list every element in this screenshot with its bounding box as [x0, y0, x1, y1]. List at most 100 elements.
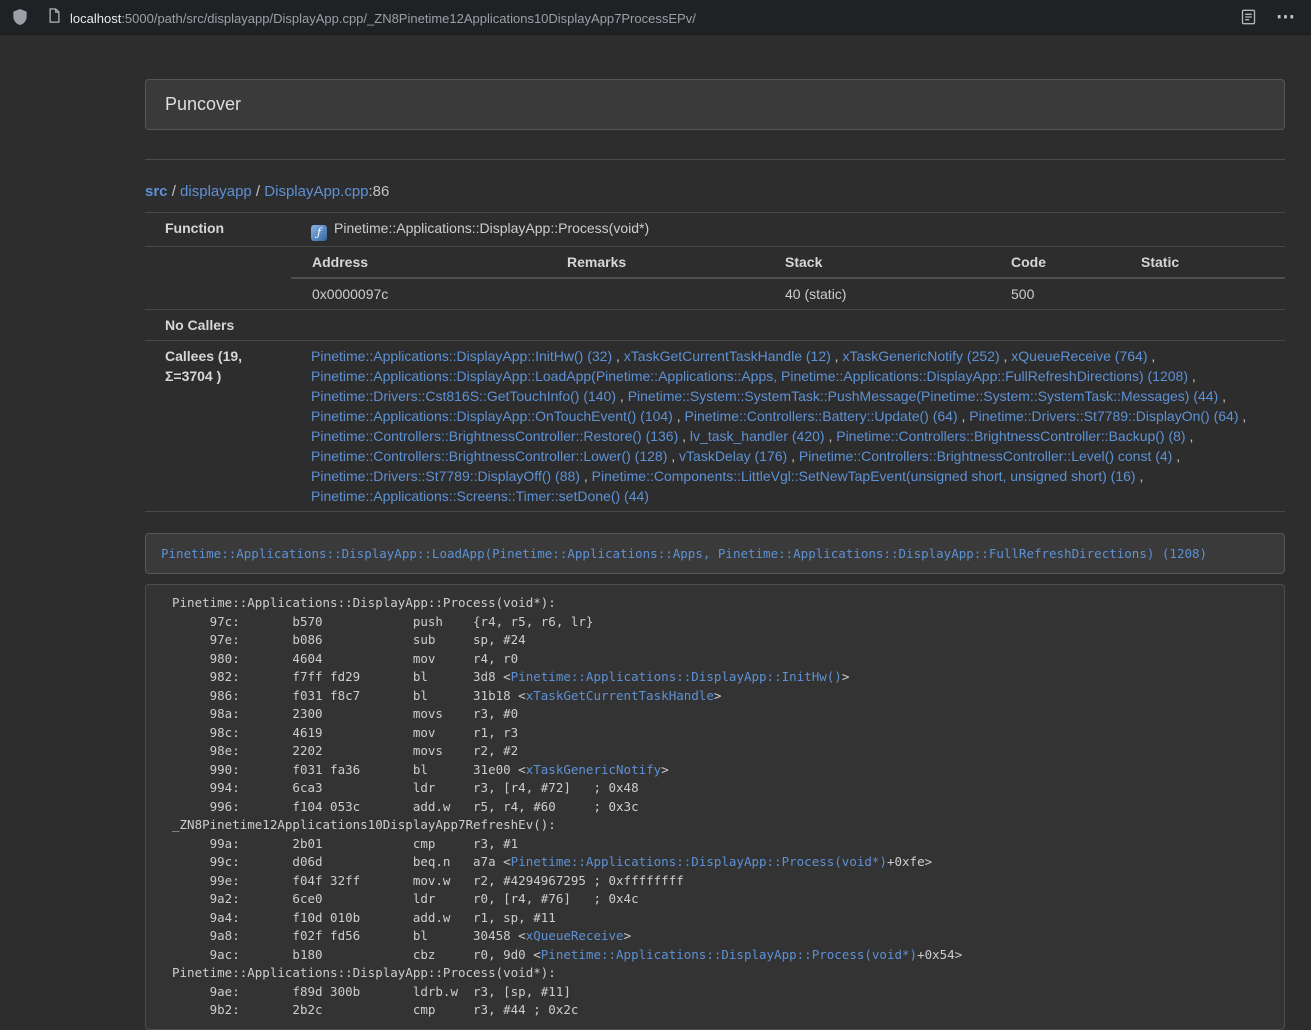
code-text: +0x54> — [917, 947, 962, 962]
divider — [145, 159, 1285, 160]
address-bar[interactable]: localhost:5000/path/src/displayapp/Displ… — [48, 8, 696, 26]
reader-mode-icon[interactable] — [1241, 9, 1256, 25]
callee-separator: , — [1000, 348, 1012, 364]
callee-link[interactable]: xTaskGenericNotify (252) — [842, 348, 999, 364]
callee-link[interactable]: Pinetime::Applications::DisplayApp::OnTo… — [311, 408, 673, 424]
callee-link[interactable]: Pinetime::Controllers::BrightnessControl… — [836, 428, 1185, 444]
callee-link[interactable]: Pinetime::Drivers::St7789::DisplayOn() (… — [969, 408, 1238, 424]
code-size-value: 500 — [990, 278, 1120, 309]
code-line: 9b2: 2b2c cmp r3, #44 ; 0x2c — [172, 1001, 1274, 1020]
function-row: Function ƒPinetime::Applications::Displa… — [145, 213, 1285, 247]
code-text: 996: f104 053c add.w r5, r4, #60 ; 0x3c — [172, 799, 639, 814]
code-text: 980: 4604 mov r4, r0 — [172, 651, 518, 666]
column-remarks: Remarks — [546, 247, 764, 278]
callee-link[interactable]: Pinetime::Controllers::BrightnessControl… — [311, 428, 678, 444]
column-code: Code — [990, 247, 1120, 278]
callee-link[interactable]: Pinetime::Applications::DisplayApp::Init… — [311, 348, 612, 364]
callee-link[interactable]: Pinetime::Applications::DisplayApp::Load… — [311, 368, 1188, 384]
callee-separator: , — [1239, 408, 1247, 424]
callee-link[interactable]: Pinetime::Components::LittleVgl::SetNewT… — [592, 468, 1136, 484]
callee-link[interactable]: xTaskGetCurrentTaskHandle (12) — [624, 348, 831, 364]
code-text: _ZN8Pinetime12Applications10DisplayApp7R… — [172, 817, 556, 832]
code-text: 9a8: f02f fd56 bl 30458 < — [172, 928, 526, 943]
static-value — [1120, 278, 1285, 309]
code-line: 98e: 2202 movs r2, #2 — [172, 742, 1274, 761]
breadcrumb-line-number: :86 — [369, 183, 390, 200]
column-address: Address — [291, 247, 546, 278]
code-line: 99e: f04f 32ff mov.w r2, #4294967295 ; 0… — [172, 872, 1274, 891]
code-line: 9ac: b180 cbz r0, 9d0 <Pinetime::Applica… — [172, 946, 1274, 965]
no-callers-label: No Callers — [145, 310, 291, 341]
code-symbol-link[interactable]: Pinetime::Applications::DisplayApp::Proc… — [541, 947, 917, 962]
code-symbol-link[interactable]: xTaskGenericNotify — [526, 762, 661, 777]
callee-separator: , — [612, 348, 624, 364]
callees-label: Callees (19, Σ=3704 ) — [145, 341, 291, 512]
code-symbol-link[interactable]: Pinetime::Applications::DisplayApp::Proc… — [511, 854, 887, 869]
callee-separator: , — [825, 428, 837, 444]
callee-link[interactable]: Pinetime::Controllers::BrightnessControl… — [799, 448, 1172, 464]
code-line: 980: 4604 mov r4, r0 — [172, 650, 1274, 669]
callee-separator: , — [1147, 348, 1155, 364]
breadcrumb-separator: / — [168, 183, 181, 200]
breadcrumb-link-displayapp[interactable]: displayapp — [180, 183, 252, 200]
code-symbol-link[interactable]: xTaskGetCurrentTaskHandle — [526, 688, 714, 703]
snippet-heading-panel: Pinetime::Applications::DisplayApp::Load… — [145, 533, 1285, 574]
function-row-label: Function — [145, 213, 291, 247]
code-line: 97e: b086 sub sp, #24 — [172, 631, 1274, 650]
address-value: 0x0000097c — [291, 278, 546, 309]
breadcrumb-link-src[interactable]: src — [145, 183, 168, 200]
code-line: Pinetime::Applications::DisplayApp::Proc… — [172, 594, 1274, 613]
browser-actions: ⋯ — [1241, 8, 1299, 27]
code-text: 98a: 2300 movs r3, #0 — [172, 706, 518, 721]
code-text: > — [624, 928, 632, 943]
callee-link[interactable]: Pinetime::Controllers::BrightnessControl… — [311, 448, 667, 464]
callee-separator: , — [580, 468, 592, 484]
code-line: 996: f104 053c add.w r5, r4, #60 ; 0x3c — [172, 798, 1274, 817]
function-details-row: Address Remarks Stack Code Static 0x0000… — [145, 247, 1285, 310]
function-table: Function ƒPinetime::Applications::Displa… — [145, 212, 1285, 512]
callee-separator: , — [673, 408, 685, 424]
function-name: Pinetime::Applications::DisplayApp::Proc… — [334, 220, 649, 236]
code-text: 9ae: f89d 300b ldrb.w r3, [sp, #11] — [172, 984, 571, 999]
code-line: Pinetime::Applications::DisplayApp::Proc… — [172, 964, 1274, 983]
details-header-row: Address Remarks Stack Code Static — [291, 247, 1285, 278]
code-line: 98c: 4619 mov r1, r3 — [172, 724, 1274, 743]
callees-row: Callees (19, Σ=3704 ) Pinetime::Applicat… — [145, 341, 1285, 512]
code-symbol-link[interactable]: xQueueReceive — [526, 928, 624, 943]
callee-link[interactable]: Pinetime::Controllers::Battery::Update()… — [685, 408, 958, 424]
menu-icon[interactable]: ⋯ — [1276, 8, 1295, 27]
callee-link[interactable]: Pinetime::Drivers::St7789::DisplayOff() … — [311, 468, 580, 484]
code-line: 986: f031 f8c7 bl 31b18 <xTaskGetCurrent… — [172, 687, 1274, 706]
browser-bar: localhost:5000/path/src/displayapp/Displ… — [0, 0, 1311, 35]
snippet-heading-link[interactable]: Pinetime::Applications::DisplayApp::Load… — [161, 546, 1207, 561]
callee-separator: , — [616, 388, 628, 404]
column-stack: Stack — [764, 247, 990, 278]
code-text: 99c: d06d beq.n a7a < — [172, 854, 511, 869]
shield-icon[interactable] — [12, 8, 28, 26]
code-text: +0xfe> — [887, 854, 932, 869]
callee-separator: , — [831, 348, 843, 364]
callee-link[interactable]: Pinetime::Drivers::Cst816S::GetTouchInfo… — [311, 388, 616, 404]
code-text: 97e: b086 sub sp, #24 — [172, 632, 526, 647]
disassembly-code: Pinetime::Applications::DisplayApp::Proc… — [145, 584, 1285, 1030]
page-icon — [48, 8, 61, 23]
code-line: 98a: 2300 movs r3, #0 — [172, 705, 1274, 724]
callee-link[interactable]: xQueueReceive (764) — [1011, 348, 1147, 364]
breadcrumb-link-DisplayApp.cpp[interactable]: DisplayApp.cpp — [264, 183, 368, 200]
callee-separator: , — [787, 448, 799, 464]
code-line: 99c: d06d beq.n a7a <Pinetime::Applicati… — [172, 853, 1274, 872]
no-callers-row: No Callers — [145, 310, 1285, 341]
code-text: 98e: 2202 movs r2, #2 — [172, 743, 518, 758]
code-line: 97c: b570 push {r4, r5, r6, lr} — [172, 613, 1274, 632]
callee-link[interactable]: Pinetime::Applications::Screens::Timer::… — [311, 488, 649, 504]
code-symbol-link[interactable]: Pinetime::Applications::DisplayApp::Init… — [511, 669, 842, 684]
page-title-panel: Puncover — [145, 79, 1285, 130]
main-content: Puncover src / displayapp / DisplayApp.c… — [145, 35, 1285, 1030]
code-text: 990: f031 fa36 bl 31e00 < — [172, 762, 526, 777]
code-text: 99a: 2b01 cmp r3, #1 — [172, 836, 518, 851]
callee-separator: , — [958, 408, 970, 424]
callee-link[interactable]: vTaskDelay (176) — [679, 448, 787, 464]
code-line: 994: 6ca3 ldr r3, [r4, #72] ; 0x48 — [172, 779, 1274, 798]
callee-link[interactable]: Pinetime::System::SystemTask::PushMessag… — [628, 388, 1219, 404]
callee-link[interactable]: lv_task_handler (420) — [690, 428, 825, 444]
